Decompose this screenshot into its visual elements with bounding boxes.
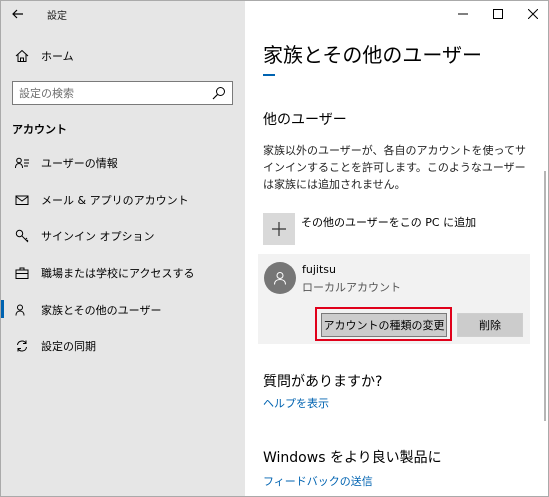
other-users-description: 家族以外のユーザーが、各自のアカウントを使ってサインインすることを許可します。こ… — [263, 144, 527, 191]
section-label: アカウント — [12, 123, 67, 136]
user-avatar-icon — [274, 272, 286, 285]
sidebar-item-label: サインイン オプション — [41, 230, 155, 244]
app-title: 設定 — [47, 10, 67, 22]
other-users-title: 他のユーザー — [263, 112, 347, 128]
search-icon[interactable] — [212, 86, 226, 100]
sidebar-item-home[interactable]: ホーム — [1, 45, 245, 67]
briefcase-icon — [15, 266, 29, 280]
question-title: 質問がありますか? — [263, 374, 383, 390]
sidebar-item-work-school[interactable]: 職場または学校にアクセスする — [1, 255, 245, 292]
maximize-icon — [492, 9, 503, 19]
main-content: 家族とその他のユーザー 他のユーザー 家族以外のユーザーが、各自のアカウントを使… — [245, 1, 548, 496]
sidebar-nav: ユーザーの情報 メール & アプリのアカウント サインイン オプション 職場また… — [1, 145, 245, 365]
sync-icon — [15, 339, 29, 353]
scrollbar[interactable] — [544, 171, 546, 421]
home-icon — [15, 49, 29, 63]
add-user-button[interactable]: その他のユーザーをこの PC に追加 — [263, 213, 476, 245]
sidebar-item-sign-in-options[interactable]: サインイン オプション — [1, 218, 245, 255]
sidebar-item-label: ユーザーの情報 — [41, 157, 118, 171]
avatar — [264, 262, 296, 294]
minimize-icon — [457, 13, 468, 15]
user-name: fujitsu — [302, 263, 336, 276]
user-info-icon — [15, 156, 29, 170]
settings-window: 設定 ホーム 設定の検索 アカウント ユーザーの情報 メール & アプリのアカウ… — [0, 0, 549, 497]
sidebar-item-label: 設定の同期 — [41, 340, 96, 354]
sidebar: 設定 ホーム 設定の検索 アカウント ユーザーの情報 メール & アプリのアカウ… — [1, 1, 245, 496]
sidebar-item-label: 家族とその他のユーザー — [41, 303, 162, 317]
mail-icon — [15, 193, 29, 207]
feedback-link[interactable]: フィードバックの送信 — [263, 473, 373, 489]
back-arrow-icon — [12, 9, 23, 19]
home-label: ホーム — [41, 50, 74, 63]
minimize-button[interactable] — [445, 1, 480, 27]
back-button[interactable] — [5, 1, 31, 27]
delete-button[interactable]: 削除 — [457, 313, 523, 337]
search-placeholder: 設定の検索 — [19, 87, 74, 100]
sidebar-item-user-info[interactable]: ユーザーの情報 — [1, 145, 245, 182]
scrolled-link-fragment — [263, 71, 275, 77]
title-bar: 設定 — [1, 1, 245, 27]
user-account-type: ローカルアカウント — [302, 281, 401, 294]
key-icon — [15, 229, 29, 243]
plus-icon — [263, 213, 295, 245]
sidebar-item-mail-accounts[interactable]: メール & アプリのアカウント — [1, 182, 245, 219]
maximize-button[interactable] — [480, 1, 515, 27]
search-input[interactable]: 設定の検索 — [12, 81, 233, 105]
sidebar-item-label: メール & アプリのアカウント — [41, 193, 189, 207]
close-button[interactable] — [515, 1, 548, 27]
window-controls — [445, 1, 548, 27]
help-link[interactable]: ヘルプを表示 — [263, 395, 329, 411]
sidebar-item-family-users[interactable]: 家族とその他のユーザー — [1, 291, 245, 328]
sidebar-item-sync[interactable]: 設定の同期 — [1, 328, 245, 365]
page-title: 家族とその他のユーザー — [263, 43, 482, 67]
add-user-label: その他のユーザーをこの PC に追加 — [301, 216, 477, 229]
close-icon — [527, 9, 538, 19]
improve-title: Windows をより良い製品に — [263, 450, 442, 466]
user-card[interactable]: fujitsu ローカルアカウント アカウントの種類の変更 削除 — [258, 254, 530, 344]
people-icon — [15, 303, 29, 317]
sidebar-item-label: 職場または学校にアクセスする — [41, 267, 195, 281]
change-account-type-button[interactable]: アカウントの種類の変更 — [321, 313, 447, 337]
